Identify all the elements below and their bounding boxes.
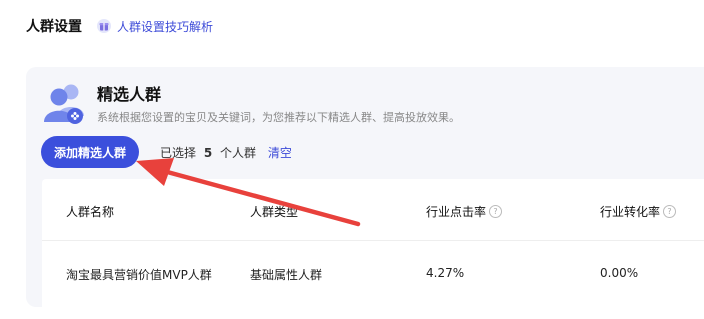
cell-ctr: 4.27% <box>426 266 465 280</box>
crowd-panel: 精选人群 系统根据您设置的宝贝及关键词，为您推荐以下精选人群、提高投放效果。 添… <box>26 67 704 319</box>
column-header-name: 人群名称 <box>66 205 115 219</box>
selected-prefix: 已选择 <box>160 146 197 160</box>
tips-link-label: 人群设置技巧解析 <box>117 19 214 34</box>
help-icon[interactable]: ? <box>663 205 677 218</box>
gift-icon <box>97 19 111 33</box>
cell-cvr: 0.00% <box>600 266 639 280</box>
section-description: 系统根据您设置的宝贝及关键词，为您推荐以下精选人群、提高投放效果。 <box>97 111 460 124</box>
selected-summary: 已选择 5 个人群 清空 <box>160 144 292 161</box>
column-header-ctr: 行业点击率 ? <box>426 203 503 220</box>
selected-count: 5 <box>203 146 213 160</box>
column-header-cvr: 行业转化率 ? <box>600 203 677 220</box>
section-title: 精选人群 <box>97 85 162 104</box>
header-divider <box>42 240 704 241</box>
page-title: 人群设置 <box>26 19 82 35</box>
page-header: 人群设置 人群设置技巧解析 <box>26 16 213 36</box>
crowd-table: 人群名称 人群类型 行业点击率 ? 行业转化率 ? 淘宝最具营销价值MVP人群 … <box>42 179 704 319</box>
cell-crowd-name: 淘宝最具营销价值MVP人群 <box>66 268 212 282</box>
tips-link[interactable]: 人群设置技巧解析 <box>96 18 213 35</box>
cell-crowd-type: 基础属性人群 <box>250 268 323 282</box>
add-crowd-button[interactable]: 添加精选人群 <box>41 136 139 168</box>
selected-suffix: 个人群 <box>220 146 257 160</box>
people-group-icon <box>44 84 84 124</box>
clear-link[interactable]: 清空 <box>268 146 292 160</box>
column-header-type: 人群类型 <box>250 205 299 219</box>
help-icon[interactable]: ? <box>489 205 503 218</box>
